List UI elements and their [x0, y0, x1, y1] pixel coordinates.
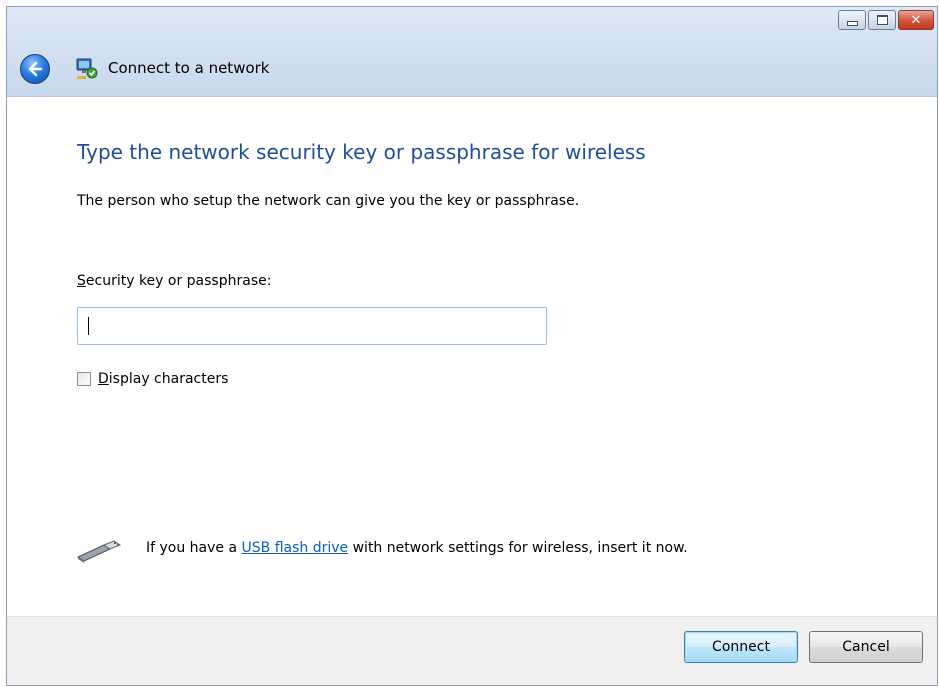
close-icon: ✕ [910, 12, 922, 28]
minimize-button[interactable] [838, 10, 866, 30]
content-area: Type the network security key or passphr… [7, 97, 937, 619]
usb-hint-prefix: If you have a [146, 540, 242, 556]
instruction-text: The person who setup the network can giv… [77, 193, 580, 209]
maximize-button[interactable] [868, 10, 896, 30]
title-bar: ✕ Connect to a network [7, 7, 937, 97]
maximize-icon [876, 15, 888, 25]
page-heading: Type the network security key or passphr… [77, 140, 646, 164]
back-arrow-icon [28, 61, 43, 77]
button-bar: Connect Cancel [7, 616, 937, 685]
display-characters-access-key: D [98, 371, 109, 387]
connect-button[interactable]: Connect [684, 631, 798, 663]
usb-flash-drive-icon [76, 540, 122, 563]
caption-buttons: ✕ [838, 10, 934, 30]
minimize-icon [846, 20, 858, 26]
text-caret [88, 317, 89, 335]
network-connect-icon [76, 58, 98, 79]
display-characters-label[interactable]: Display characters [98, 371, 228, 387]
usb-hint: If you have a USB flash drive with netwo… [146, 540, 688, 556]
usb-flash-drive-link[interactable]: USB flash drive [242, 540, 349, 556]
back-button[interactable] [20, 54, 50, 84]
display-characters-option[interactable]: Display characters [77, 371, 228, 387]
cancel-button[interactable]: Cancel [809, 631, 923, 663]
display-characters-checkbox[interactable] [77, 372, 91, 386]
window-title: Connect to a network [108, 59, 270, 77]
display-characters-label-text: isplay characters [108, 371, 229, 387]
security-key-label: Security key or passphrase: [77, 273, 271, 289]
usb-hint-suffix: with network settings for wireless, inse… [348, 540, 688, 556]
connect-to-network-window: ✕ Connect to a network Type the network … [6, 6, 938, 686]
security-key-label-text: ecurity key or passphrase: [85, 273, 272, 289]
security-key-input[interactable] [77, 307, 547, 345]
close-button[interactable]: ✕ [898, 10, 934, 30]
security-key-access-key: S [77, 273, 86, 289]
